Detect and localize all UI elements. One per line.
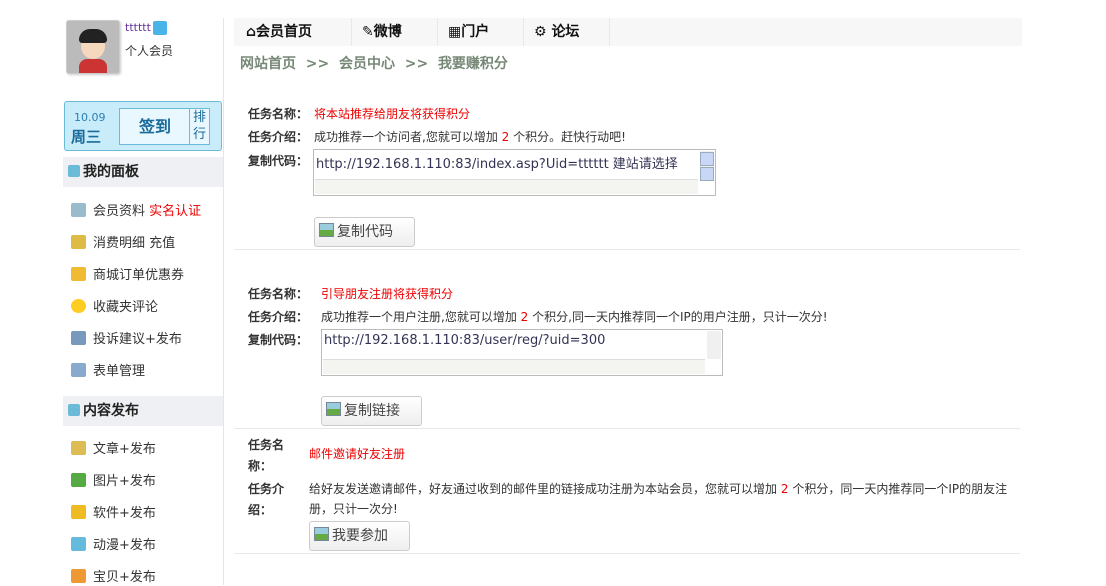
top-nav: ⌂会员首页 ✎微博 ▦门户 ⚙ 论坛 [234,18,1022,46]
sidebar-item-orders[interactable]: 商城订单优惠券 [71,267,184,284]
task-name: 将本站推荐给朋友将获得积分 [314,107,471,121]
signin-weekday: 周三 [71,128,102,146]
copy-code-button[interactable]: 复制代码 [314,217,415,247]
sidebar-item-spending[interactable]: 消费明细 充值 [71,235,175,252]
sidebar-item-software[interactable]: 软件+发布 [71,505,156,522]
avatar[interactable] [66,20,120,74]
grid-icon: ▦ [448,24,462,40]
pencil-icon: ✎ [362,24,374,40]
gift-icon [71,569,86,583]
signin-widget: 10.09 周三 签到 排行 [64,101,222,151]
divider [234,428,1020,429]
cart-icon [71,267,86,281]
code-textarea[interactable]: http://192.168.1.110:83/index.asp?Uid=tt… [313,149,716,196]
image-icon [319,223,334,237]
crumb-home[interactable]: 网站首页 [240,56,296,72]
image-icon [71,473,86,487]
task-intro: 给好友发送邀请邮件，好友通过收到的邮件里的链接成功注册为本站会员，您就可以增加 … [309,482,1008,516]
link-textarea[interactable]: http://192.168.1.110:83/user/reg/?uid=30… [321,329,723,376]
profile-card-icon [71,203,86,217]
star-icon [71,299,86,313]
task-intro: 成功推荐一个用户注册,您就可以增加 2 个积分,同一天内推荐同一个IP的用户注册… [321,310,828,324]
sidebar-item-profile[interactable]: 会员资料 实名认证 [71,203,201,220]
task-name: 引导朋友注册将获得积分 [321,287,454,301]
horizontal-scrollbar[interactable] [323,359,705,374]
vertical-scrollbar[interactable] [707,331,721,359]
sidebar-item-forms[interactable]: 表单管理 [71,363,145,380]
copy-link-button[interactable]: 复制链接 [321,396,422,426]
task-name: 邮件邀请好友注册 [309,447,406,461]
rank-button[interactable]: 排行 [189,108,210,145]
user-card-icon[interactable] [152,21,167,35]
join-button[interactable]: 我要参加 [309,521,410,551]
realname-link[interactable]: 实名认证 [149,204,201,219]
gear-icon: ⚙ [534,24,547,40]
coins-icon [71,235,86,249]
sidebar-item-article[interactable]: 文章+发布 [71,441,156,458]
hash-icon [68,404,80,416]
tab-forum[interactable]: ⚙ 论坛 [524,18,610,46]
signin-date: 10.09 [74,111,106,124]
panel-header-my-panel: 我的面板 [63,157,223,187]
article-icon [71,441,86,455]
image-icon [314,527,329,541]
panel-header-publish: 内容发布 [63,396,223,426]
breadcrumb: 网站首页 >> 会员中心 >> 我要赚积分 [240,56,508,72]
sidebar-item-goods[interactable]: 宝贝+发布 [71,569,156,586]
form-icon [71,363,86,377]
sidebar-item-complaint[interactable]: 投诉建议+发布 [71,331,182,348]
recharge-link[interactable]: 充值 [149,236,175,251]
crumb-member[interactable]: 会员中心 [339,56,395,72]
sidebar-item-image[interactable]: 图片+发布 [71,473,156,490]
vertical-scrollbar[interactable] [700,151,714,181]
username[interactable]: tttttt [125,21,167,35]
tab-member-home[interactable]: ⌂会员首页 [234,18,352,46]
calendar-icon [71,331,86,345]
signin-button[interactable]: 签到 [119,108,191,145]
sidebar-divider [223,18,224,585]
image-icon [326,402,341,416]
home-icon: ⌂ [246,24,257,40]
sidebar-item-favorites[interactable]: 收藏夹评论 [71,299,158,316]
divider [234,249,1020,250]
crumb-current: 我要赚积分 [437,56,508,72]
task-intro: 成功推荐一个访问者,您就可以增加 2 个积分。赶快行动吧! [314,130,626,144]
tv-icon [71,537,86,551]
tab-portal[interactable]: ▦门户 [438,18,524,46]
user-level: 个人会员 [125,44,174,58]
sidebar-item-anime[interactable]: 动漫+发布 [71,537,156,554]
divider [234,553,1020,554]
horizontal-scrollbar[interactable] [315,179,698,194]
hash-icon [68,165,80,177]
tab-weibo[interactable]: ✎微博 [352,18,438,46]
software-icon [71,505,86,519]
